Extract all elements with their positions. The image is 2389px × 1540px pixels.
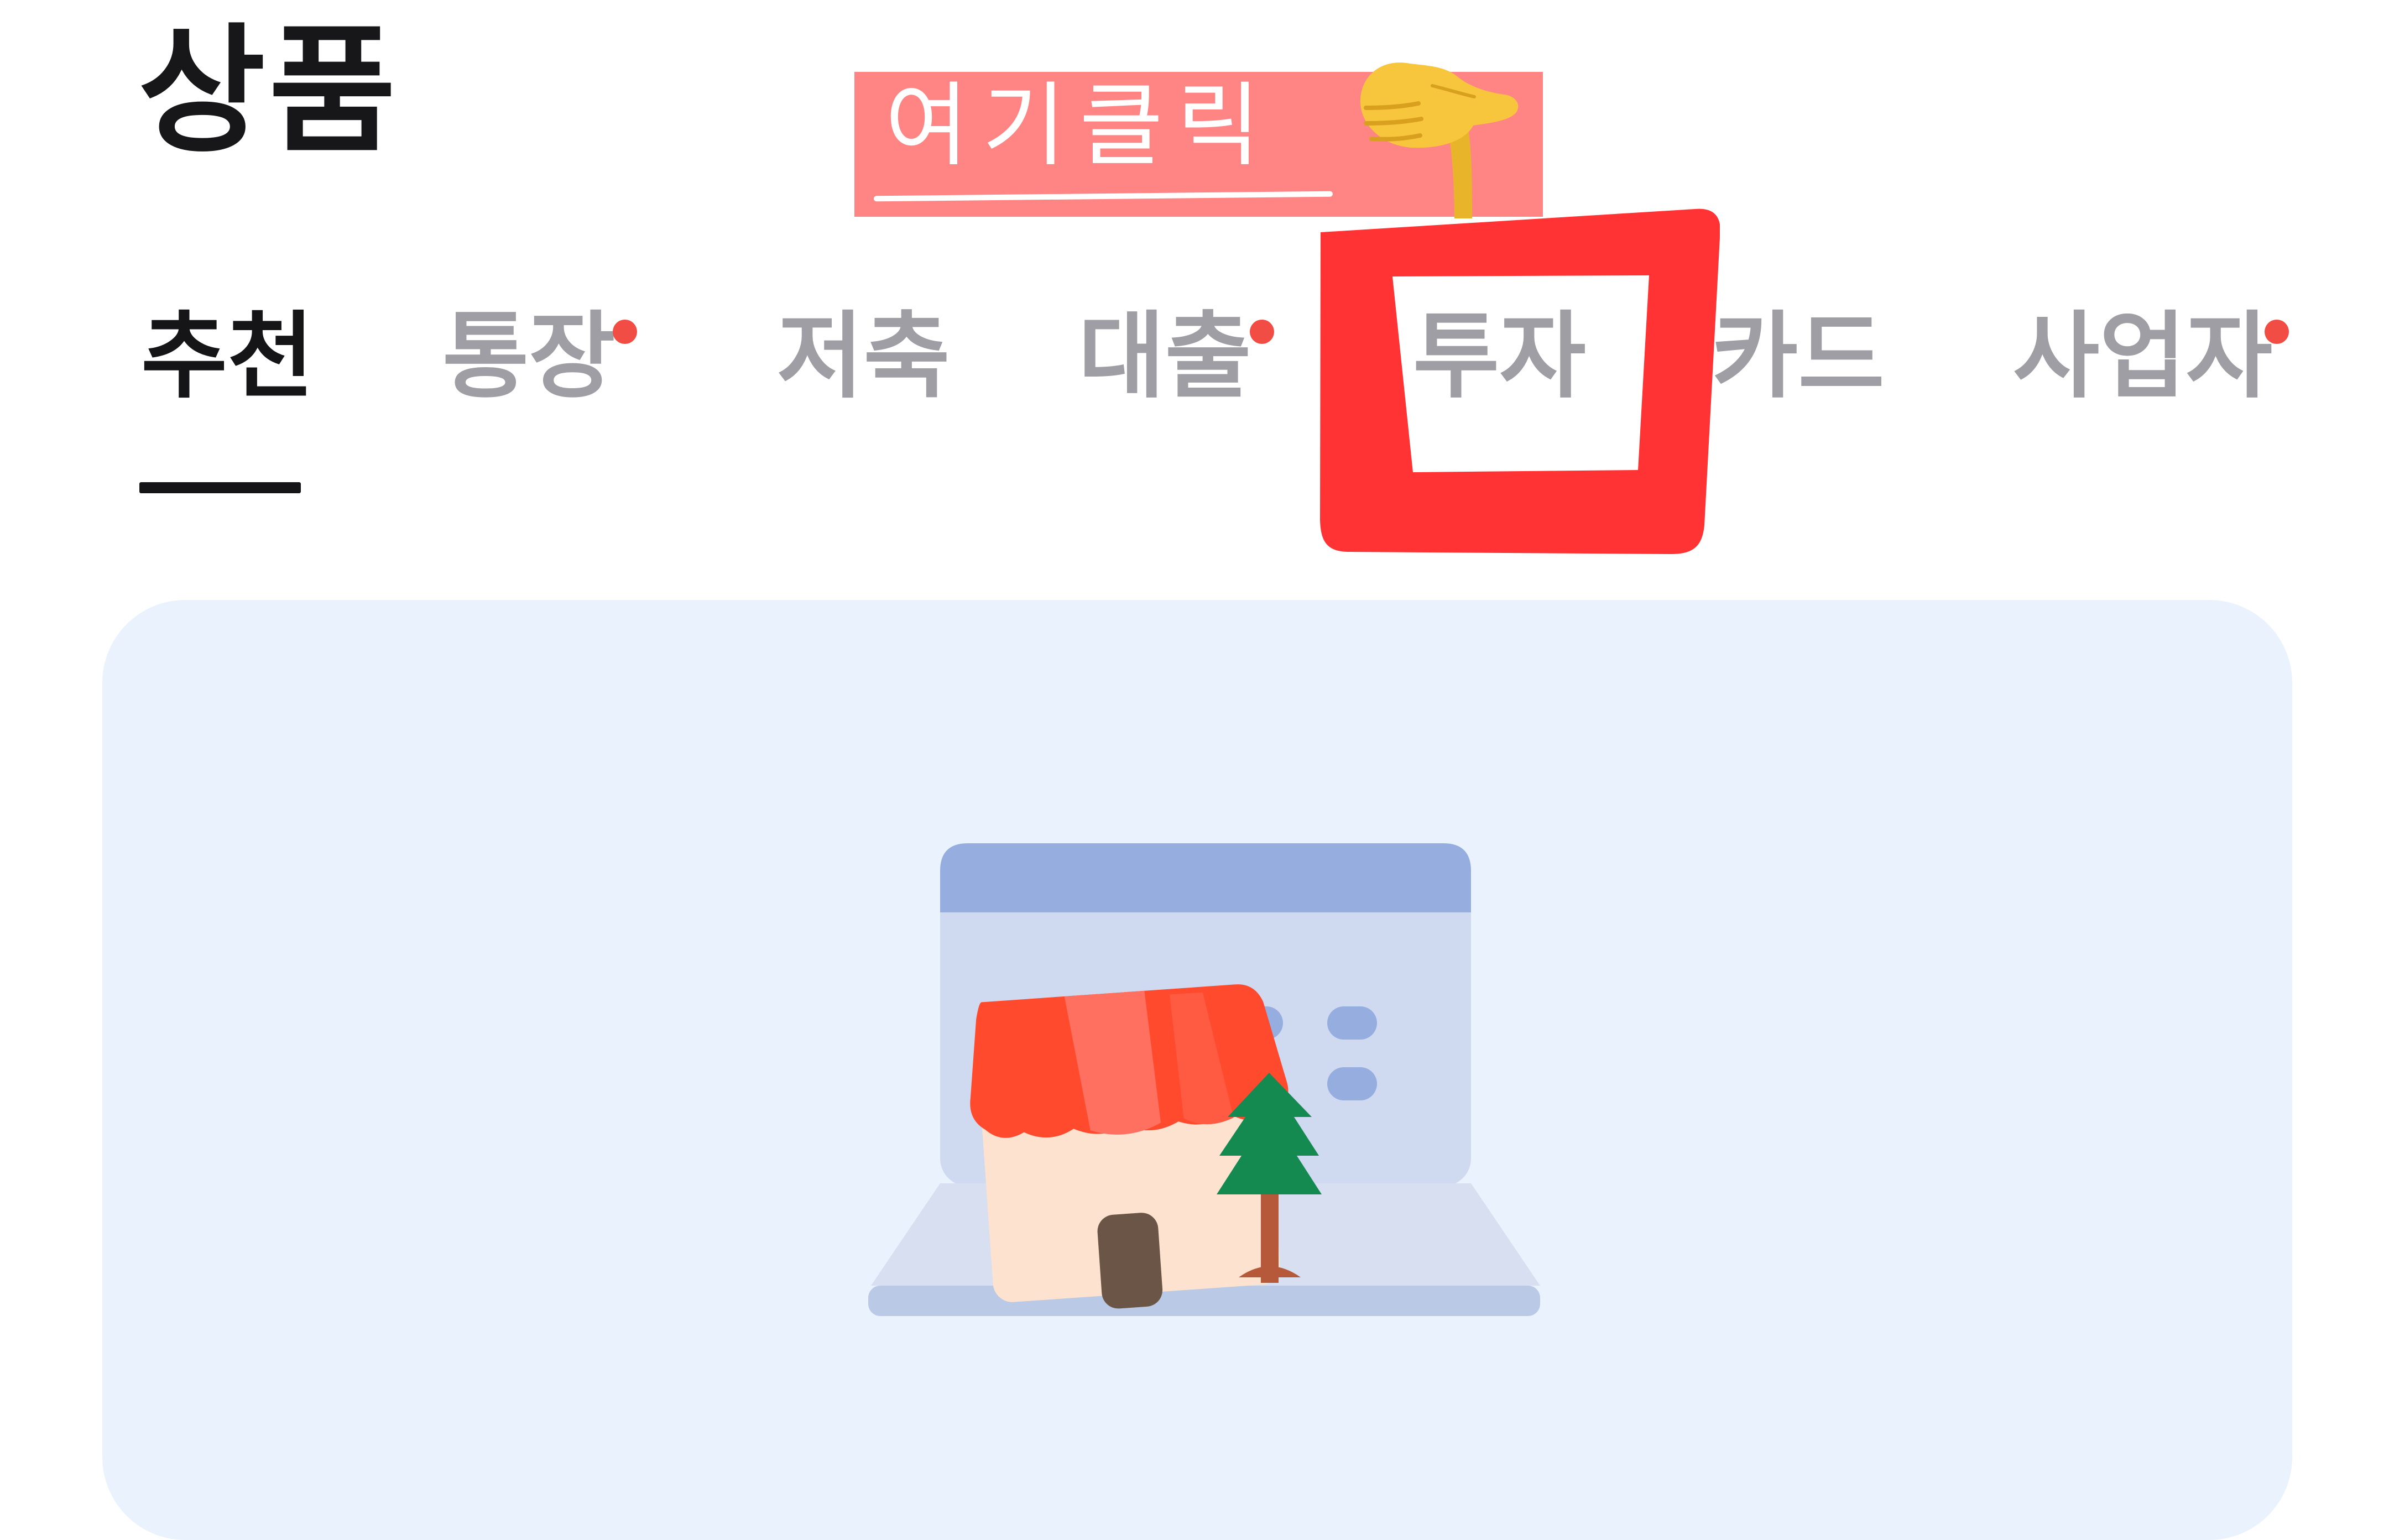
active-tab-indicator bbox=[139, 482, 301, 493]
tab-recommended[interactable]: 추천 bbox=[141, 310, 314, 404]
page-title: 상품 bbox=[138, 11, 399, 171]
laptop-shop-icon bbox=[868, 843, 1540, 1316]
click-highlight-frame bbox=[1320, 208, 1720, 554]
tab-card[interactable]: 카드 bbox=[1712, 310, 1885, 404]
tab-loan-new-dot bbox=[1250, 320, 1274, 344]
tab-account[interactable]: 통장 bbox=[442, 310, 615, 404]
backhand-index-pointing-down-icon bbox=[1360, 62, 1519, 218]
tab-business[interactable]: 사업자 bbox=[2013, 310, 2272, 404]
tab-savings[interactable]: 저축 bbox=[777, 310, 950, 404]
tab-loan[interactable]: 대출 bbox=[1078, 310, 1251, 404]
annotation-text: 여기클릭 bbox=[885, 72, 1274, 179]
tab-account-new-dot bbox=[613, 320, 637, 344]
product-tab-bar: 추천 통장 저축 대출 투자 카드 사업자 bbox=[0, 310, 2389, 509]
tab-business-new-dot bbox=[2265, 320, 2289, 344]
